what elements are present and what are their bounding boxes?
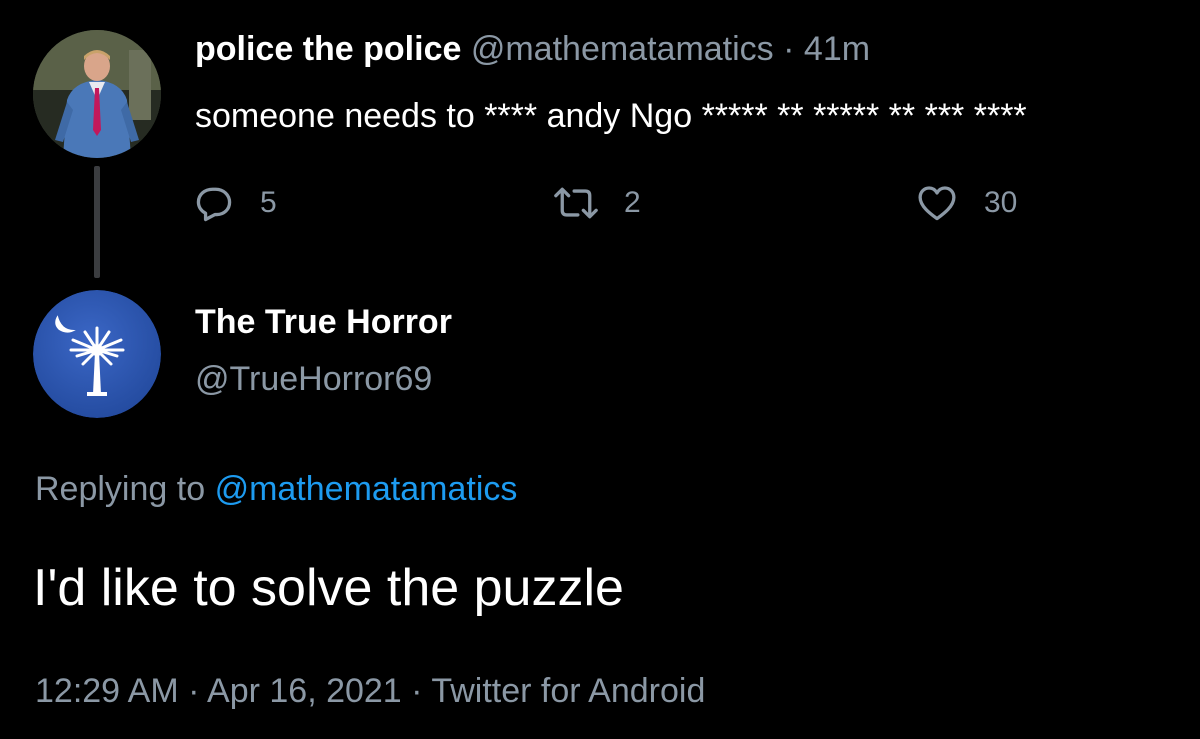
parent-display-name[interactable]: police the police: [195, 30, 461, 68]
reply-avatar[interactable]: [33, 290, 161, 418]
replying-to-line: Replying to @mathematamatics: [35, 470, 517, 509]
like-button[interactable]: 30: [914, 180, 1017, 226]
header-separator: ·: [783, 30, 795, 68]
like-count: 30: [984, 186, 1018, 219]
parent-avatar[interactable]: [33, 30, 161, 158]
meta-separator-2: ·: [411, 672, 423, 710]
heart-icon: [914, 181, 960, 225]
parent-time-ago[interactable]: 41m: [804, 30, 870, 68]
parent-handle[interactable]: @mathematamatics: [471, 30, 774, 68]
reply-date[interactable]: Apr 16, 2021: [207, 672, 402, 710]
replying-to-label: Replying to: [35, 470, 206, 508]
reply-count: 5: [260, 186, 277, 219]
thread-connector-line: [94, 166, 100, 278]
reply-display-name[interactable]: The True Horror: [195, 303, 452, 342]
replying-to-mention-link[interactable]: @mathematamatics: [215, 470, 518, 508]
reply-source[interactable]: Twitter for Android: [431, 672, 705, 710]
retweet-count: 2: [624, 186, 641, 219]
parent-tweet-header: police the police @mathematamatics · 41m: [195, 30, 870, 69]
reply-icon: [192, 181, 236, 225]
reply-tweet-text: I'd like to solve the puzzle: [33, 559, 624, 617]
reply-time[interactable]: 12:29 AM: [35, 672, 179, 710]
retweet-button[interactable]: 2: [552, 180, 641, 226]
parent-tweet-text: someone needs to **** andy Ngo ***** ** …: [195, 97, 1027, 135]
retweet-icon: [552, 181, 600, 225]
reply-meta: 12:29 AM · Apr 16, 2021 · Twitter for An…: [35, 672, 705, 711]
reply-button[interactable]: 5: [192, 180, 277, 226]
meta-separator-1: ·: [188, 672, 200, 710]
reply-handle[interactable]: @TrueHorror69: [195, 360, 432, 399]
